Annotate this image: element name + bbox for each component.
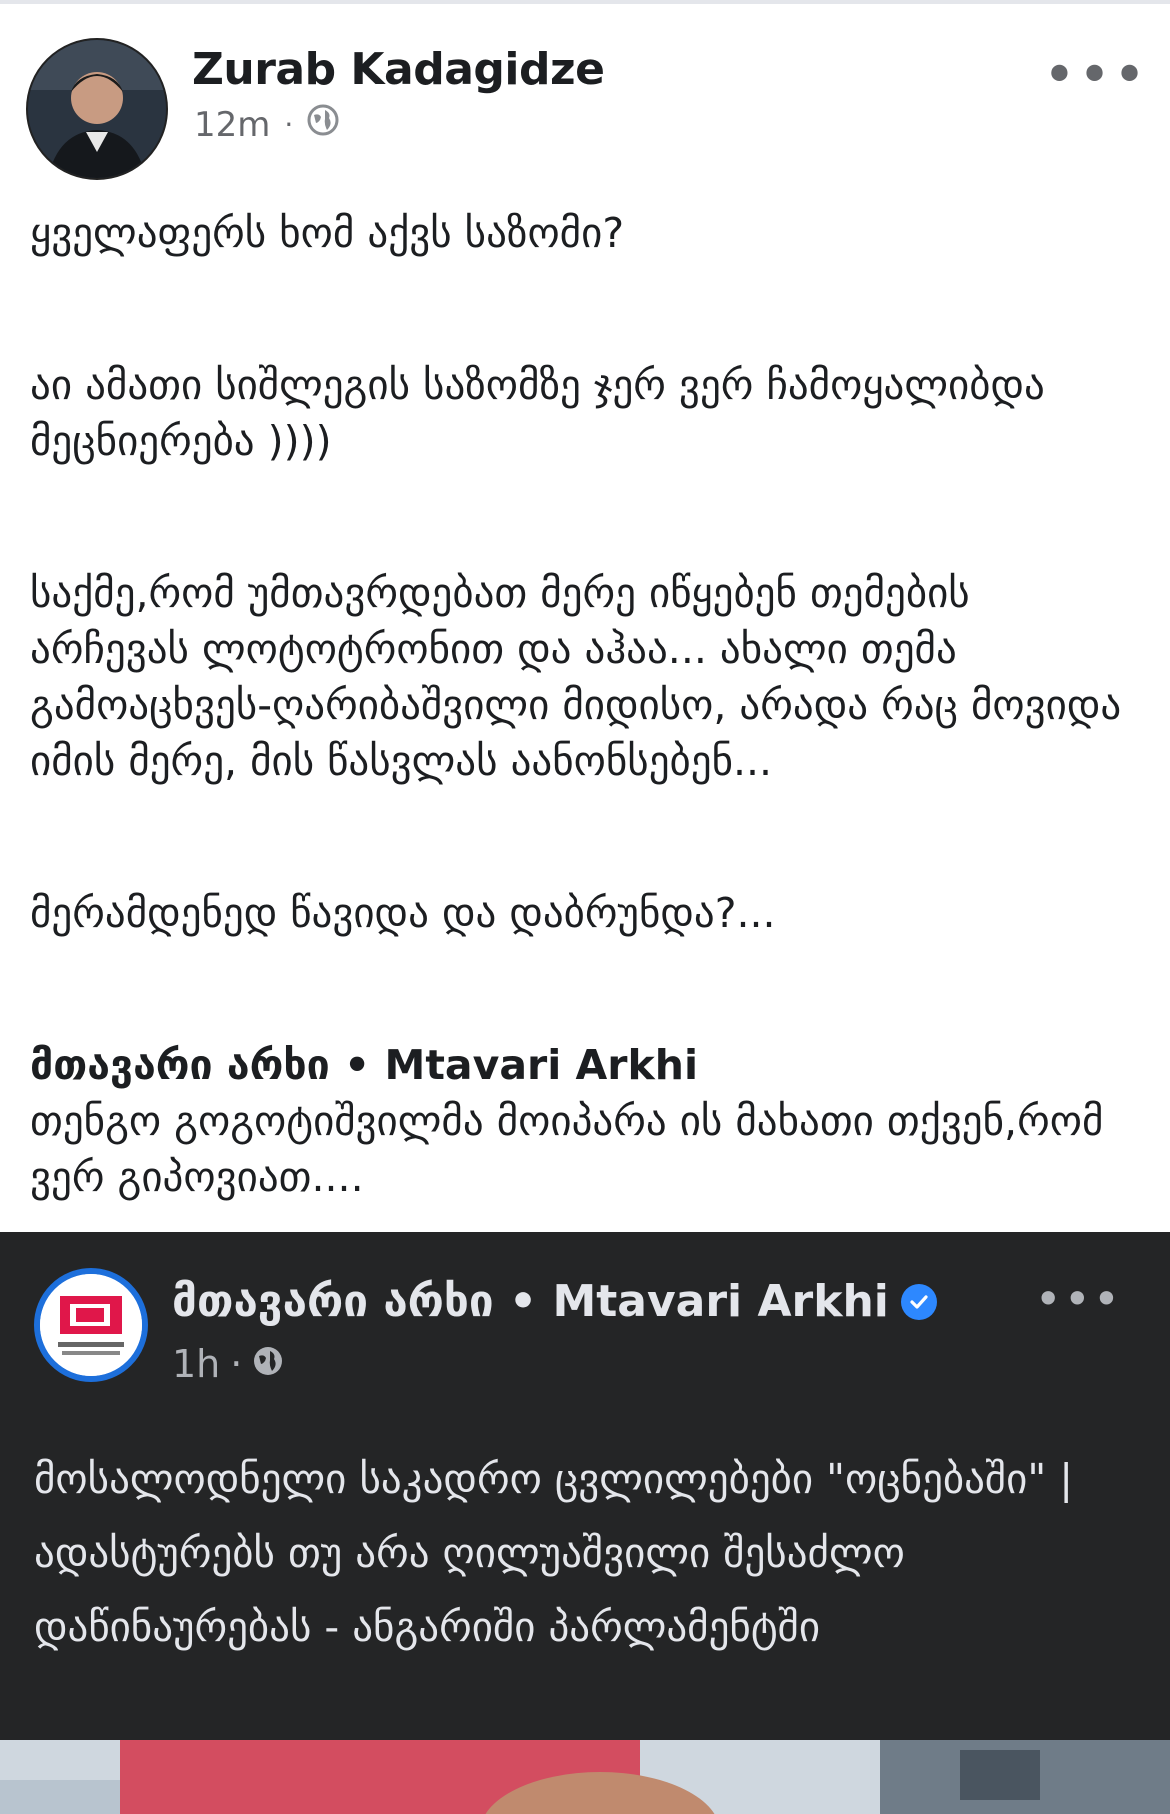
shared-post-card[interactable]: მთავარი არხი • Mtavari Arkhi 1h · ••• მო… bbox=[0, 1232, 1170, 1814]
shared-page-name-row: მთავარი არხი • Mtavari Arkhi bbox=[172, 1276, 937, 1327]
post-meta: 12m · bbox=[194, 104, 339, 145]
shared-post-meta: 1h · bbox=[172, 1342, 284, 1386]
meta-separator: · bbox=[284, 108, 294, 141]
shared-page-name[interactable]: მთავარი არხი • Mtavari Arkhi bbox=[172, 1276, 889, 1327]
post-paragraph: ყველაფერს ხომ აქვს საზომი? bbox=[30, 209, 625, 257]
author-name[interactable]: Zurab Kadagidze bbox=[192, 44, 605, 95]
shared-post-text: მოსალოდნელი საკადრო ცვლილებები "ოცნებაში… bbox=[34, 1455, 1074, 1651]
shared-post-time[interactable]: 1h bbox=[172, 1342, 220, 1386]
post-paragraph: აი ამათი სიშლეგის საზომზე ჯერ ვერ ჩამოყა… bbox=[30, 361, 1045, 465]
post-time[interactable]: 12m bbox=[194, 105, 270, 145]
post-paragraph: მერამდენედ წავიდა და დაბრუნდა?... bbox=[30, 889, 776, 937]
meta-separator: · bbox=[230, 1342, 243, 1386]
globe-icon bbox=[307, 104, 339, 145]
page-logo[interactable] bbox=[34, 1268, 148, 1382]
verified-badge-icon bbox=[900, 1283, 937, 1320]
shared-source-header: მთავარი არხი • Mtavari Arkhi bbox=[30, 1041, 698, 1089]
top-divider bbox=[0, 0, 1170, 4]
post-options-button[interactable]: ••• bbox=[1043, 48, 1148, 104]
shared-post-options-button[interactable]: ••• bbox=[1035, 1276, 1122, 1322]
post-paragraph: საქმე,რომ უმთავრდებათ მერე იწყებენ თემებ… bbox=[30, 569, 1122, 785]
globe-icon bbox=[252, 1342, 284, 1386]
post-body: ყველაფერს ხომ აქვს საზომი? აი ამათი სიშლ… bbox=[30, 205, 1140, 1205]
shared-post-image[interactable] bbox=[0, 1740, 1170, 1814]
post-comment: თენგო გოგოტიშვილმა მოიპარა ის მახათი თქვ… bbox=[30, 1097, 1104, 1201]
author-avatar[interactable] bbox=[26, 38, 168, 180]
